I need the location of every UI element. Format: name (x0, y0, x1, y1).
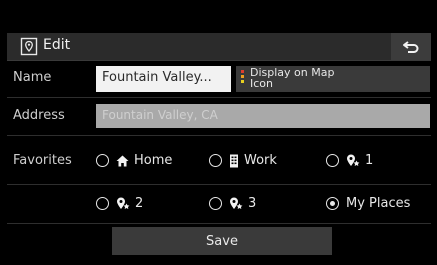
save-button[interactable]: Save (112, 227, 332, 255)
color-swatch-icon (241, 70, 244, 85)
favorite-pin-icon (347, 154, 360, 166)
favorite-option-work-label: Work (244, 153, 277, 168)
favorite-option-1-label: 1 (365, 153, 374, 168)
address-label: Address (13, 108, 65, 123)
favorites-row-1: Favorites Home Work 1 (7, 136, 431, 185)
favorite-option-3[interactable]: 3 (209, 196, 256, 211)
favorite-option-my-places-label: My Places (346, 196, 411, 211)
favorite-option-my-places[interactable]: My Places (326, 196, 410, 211)
favorites-row-2: 2 3 My Places (7, 185, 431, 224)
favorite-option-work[interactable]: Work (209, 153, 277, 168)
radio-2[interactable] (96, 197, 109, 210)
display-on-map-icon-button[interactable]: Display on Map Icon (236, 66, 430, 92)
favorite-option-3-label: 3 (248, 196, 257, 211)
favorite-pin-icon (230, 197, 243, 209)
favorite-option-2[interactable]: 2 (96, 196, 143, 211)
name-row: Name Fountain Valley... Display on Map I… (7, 61, 431, 98)
radio-work[interactable] (209, 154, 222, 167)
address-field: Fountain Valley, CA (96, 104, 430, 128)
page-title: Edit (43, 37, 71, 53)
radio-my-places[interactable] (326, 197, 339, 210)
home-icon (116, 155, 129, 166)
name-label: Name (13, 70, 52, 85)
favorite-option-2-label: 2 (135, 196, 144, 211)
back-arrow-icon (403, 40, 419, 53)
favorite-option-home-label: Home (134, 153, 173, 168)
work-building-icon (230, 154, 238, 167)
display-on-map-sublabel: Icon (250, 77, 273, 90)
name-input[interactable]: Fountain Valley... (96, 66, 231, 92)
favorite-pin-icon (117, 197, 130, 209)
favorite-option-home[interactable]: Home (96, 153, 172, 168)
radio-3[interactable] (209, 197, 222, 210)
back-button[interactable] (391, 33, 431, 60)
radio-home[interactable] (96, 154, 109, 167)
favorite-option-1[interactable]: 1 (326, 153, 373, 168)
address-row: Address Fountain Valley, CA (7, 98, 431, 136)
edit-favorite-screen: Edit Name Fountain Valley... Display on … (0, 0, 437, 265)
edit-location-icon (20, 37, 38, 56)
radio-1[interactable] (326, 154, 339, 167)
favorites-label: Favorites (13, 153, 72, 168)
title-bar: Edit (7, 33, 431, 61)
